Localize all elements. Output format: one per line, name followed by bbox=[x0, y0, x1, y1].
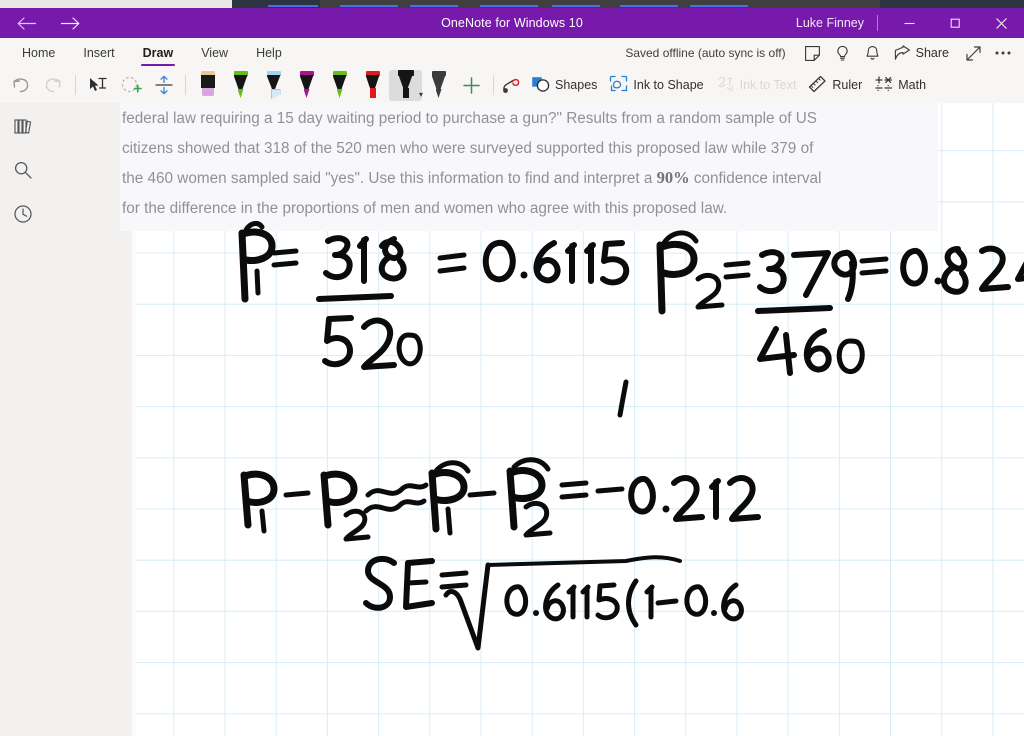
pen-green-2[interactable] bbox=[323, 70, 356, 101]
ellipsis-icon[interactable] bbox=[988, 38, 1018, 68]
ink-to-text-icon bbox=[716, 75, 735, 96]
redo-button[interactable] bbox=[37, 70, 70, 101]
note-text-line-1: federal law requiring a 15 day waiting p… bbox=[122, 110, 818, 127]
shapes-label: Shapes bbox=[555, 78, 598, 92]
pen-black-selected[interactable]: ▾ bbox=[389, 69, 423, 101]
note-text-line-2: citizens showed that 318 of the 520 men … bbox=[122, 139, 814, 157]
math-label: Math bbox=[898, 78, 927, 92]
app-title: OneNote for Windows 10 bbox=[441, 16, 583, 30]
note-text-block[interactable]: federal law requiring a 15 day waiting p… bbox=[120, 103, 938, 231]
draw-toolbar: ▾ Shapes Ink to Shape Ink to Text Ruler … bbox=[0, 68, 1024, 104]
tab-home[interactable]: Home bbox=[8, 38, 69, 68]
background-tab-underline bbox=[480, 5, 538, 7]
background-tab-underline bbox=[690, 5, 748, 7]
navigation-rail bbox=[0, 103, 46, 736]
lasso-select-icon[interactable] bbox=[81, 70, 114, 101]
gray-pen-icon bbox=[428, 70, 450, 100]
tab-insert-label: Insert bbox=[83, 46, 115, 60]
tab-draw-label: Draw bbox=[142, 46, 174, 60]
ink-to-text-button[interactable]: Ink to Text bbox=[712, 70, 805, 101]
pen-red[interactable] bbox=[356, 70, 389, 101]
tab-help[interactable]: Help bbox=[242, 38, 296, 68]
bell-icon[interactable] bbox=[858, 38, 888, 68]
title-divider bbox=[877, 15, 878, 31]
tab-draw[interactable]: Draw bbox=[129, 38, 188, 68]
add-ink-to-selection-icon[interactable] bbox=[114, 70, 147, 101]
pen-highlighter-blue[interactable] bbox=[257, 70, 290, 101]
black-pen-icon bbox=[395, 70, 417, 100]
tab-help-label: Help bbox=[256, 46, 282, 60]
note-text-line-4: for the difference in the proportions of… bbox=[122, 199, 728, 217]
share-label: Share bbox=[915, 46, 949, 60]
undo-button[interactable] bbox=[4, 70, 37, 101]
background-tab-underline bbox=[410, 5, 458, 7]
background-tab-underline bbox=[552, 5, 600, 7]
note-canvas[interactable]: federal law requiring a 15 day waiting p… bbox=[46, 103, 1024, 736]
toolbar-divider bbox=[185, 75, 186, 95]
toolbar-divider bbox=[75, 75, 76, 95]
notebooks-icon[interactable] bbox=[8, 111, 38, 141]
green-pen-icon bbox=[230, 70, 252, 100]
full-page-view-icon[interactable] bbox=[958, 38, 988, 68]
share-icon bbox=[894, 45, 911, 61]
ink-to-shape-label: Ink to Shape bbox=[633, 78, 704, 92]
ruler-icon bbox=[808, 75, 827, 96]
minimize-button[interactable] bbox=[886, 8, 932, 38]
note-text-line-3b: confidence interval bbox=[689, 170, 822, 187]
draw-tools-left: ▾ bbox=[4, 68, 499, 102]
pencil-icon bbox=[197, 70, 219, 100]
search-icon[interactable] bbox=[8, 155, 38, 185]
share-button[interactable]: Share bbox=[888, 38, 958, 68]
sticky-note-icon[interactable] bbox=[798, 38, 828, 68]
ink-to-text-label: Ink to Text bbox=[739, 78, 797, 92]
confidence-level-value: 90% bbox=[656, 168, 690, 187]
recent-notes-icon[interactable] bbox=[8, 199, 38, 229]
tab-insert[interactable]: Insert bbox=[69, 38, 128, 68]
pen-gray[interactable] bbox=[422, 70, 455, 101]
math-button[interactable]: Math bbox=[870, 70, 934, 101]
ribbon-right-group: Saved offline (auto sync is off) Share bbox=[625, 38, 1018, 68]
math-icon bbox=[874, 75, 893, 96]
pen-green[interactable] bbox=[224, 70, 257, 101]
green-pen-2-icon bbox=[329, 70, 351, 100]
title-bar: OneNote for Windows 10 Luke Finney bbox=[0, 8, 1024, 38]
insert-space-icon[interactable] bbox=[147, 70, 180, 101]
red-pen-icon bbox=[362, 70, 384, 100]
shapes-button[interactable]: Shapes bbox=[527, 70, 605, 101]
add-pen-button[interactable] bbox=[455, 70, 488, 101]
draw-tools-right: Shapes Ink to Shape Ink to Text Ruler Ma… bbox=[494, 68, 934, 102]
background-tab-underline bbox=[268, 5, 318, 7]
background-window-mid-strip bbox=[320, 0, 880, 8]
ribbon-tab-bar: Home Insert Draw View Help Saved offline… bbox=[0, 38, 1024, 68]
pen-pencil[interactable] bbox=[191, 70, 224, 101]
active-tab-underline bbox=[140, 63, 176, 66]
ribbon-tabs: Home Insert Draw View Help bbox=[8, 38, 296, 68]
ruler-button[interactable]: Ruler bbox=[804, 70, 870, 101]
blue-highlighter-icon bbox=[263, 70, 285, 100]
magenta-pen-icon bbox=[296, 70, 318, 100]
close-button[interactable] bbox=[978, 8, 1024, 38]
ink-to-shape-icon bbox=[609, 75, 628, 96]
background-tab-underline bbox=[340, 5, 398, 7]
ruler-label: Ruler bbox=[832, 78, 863, 92]
tab-home-label: Home bbox=[22, 46, 56, 60]
tab-view-label: View bbox=[201, 46, 229, 60]
note-text-line-3a: the 460 women sampled said "yes". Use th… bbox=[122, 170, 657, 187]
shapes-icon bbox=[531, 75, 550, 96]
background-tab-underline bbox=[620, 5, 678, 7]
tab-view[interactable]: View bbox=[187, 38, 242, 68]
sync-status-text: Saved offline (auto sync is off) bbox=[625, 46, 786, 60]
pen-magenta[interactable] bbox=[290, 70, 323, 101]
lightbulb-icon[interactable] bbox=[828, 38, 858, 68]
ink-to-shape-button[interactable]: Ink to Shape bbox=[605, 70, 711, 101]
onenote-window: OneNote for Windows 10 Luke Finney Home … bbox=[0, 0, 1024, 736]
note-text-line-3: the 460 women sampled said "yes". Use th… bbox=[120, 163, 938, 194]
account-name[interactable]: Luke Finney bbox=[796, 8, 864, 38]
ink-effects-icon[interactable] bbox=[494, 70, 527, 101]
maximize-button[interactable] bbox=[932, 8, 978, 38]
